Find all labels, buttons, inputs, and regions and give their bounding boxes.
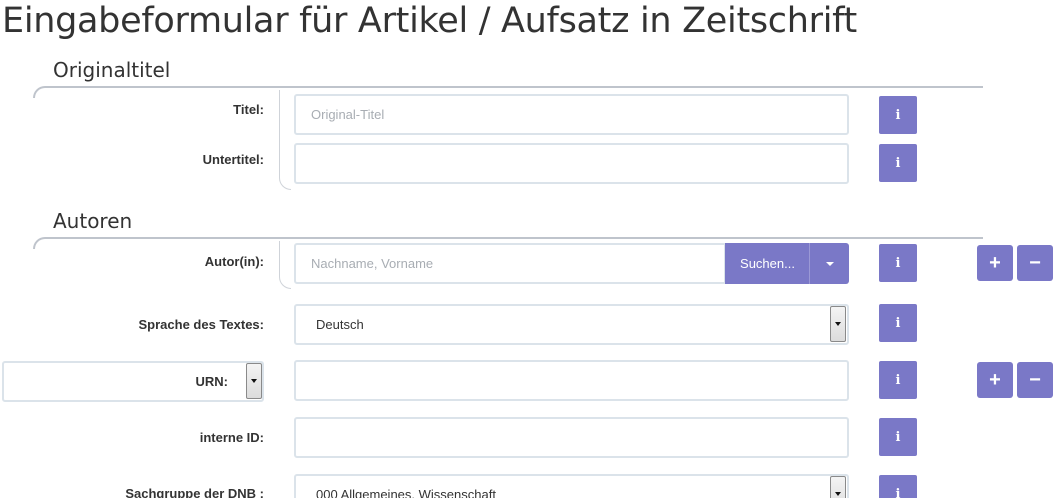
titel-label: Titel: (233, 102, 264, 117)
info-icon: i (895, 372, 901, 388)
chevron-down-icon (825, 261, 834, 266)
plus-icon: + (989, 251, 1001, 274)
form-page: Eingabeformular für Artikel / Aufsatz in… (0, 0, 1064, 498)
minus-icon: − (1029, 368, 1041, 391)
info-button[interactable]: i (879, 361, 917, 399)
internal-id-input[interactable] (294, 417, 849, 458)
info-button[interactable]: i (879, 418, 917, 456)
remove-author-button[interactable]: − (1017, 245, 1053, 281)
untertitel-label: Untertitel: (202, 152, 264, 167)
info-icon: i (895, 107, 901, 123)
add-author-button[interactable]: + (977, 245, 1013, 281)
language-select[interactable]: Deutsch (294, 304, 849, 345)
plus-icon: + (989, 368, 1001, 391)
add-identifier-button[interactable]: + (977, 362, 1013, 398)
language-label: Sprache des Textes: (138, 317, 264, 332)
field-group-bracket (279, 241, 291, 289)
field-group-bracket (279, 90, 291, 190)
subject-group-value: 000 Allgemeines, Wissenschaft (316, 487, 496, 498)
info-button[interactable]: i (879, 304, 917, 342)
author-search-dropdown-button[interactable] (809, 243, 849, 284)
section-heading-autoren: Autoren (53, 209, 133, 233)
minus-icon: − (1029, 251, 1041, 274)
subject-group-label: Sachgruppe der DNB : (125, 486, 264, 498)
urn-label: URN: (195, 374, 229, 389)
section-heading-originaltitel: Originaltitel (53, 58, 171, 82)
info-icon: i (895, 486, 901, 498)
info-button[interactable]: i (879, 144, 917, 182)
author-placeholder: Nachname, Vorname (311, 256, 434, 271)
info-icon: i (895, 255, 901, 271)
internal-id-label: interne ID: (199, 430, 264, 445)
untertitel-input[interactable] (294, 143, 849, 184)
author-input[interactable]: Nachname, Vorname (294, 243, 726, 284)
info-icon: i (895, 315, 901, 331)
info-button[interactable]: i (879, 475, 917, 498)
author-search-button[interactable]: Suchen... (725, 243, 810, 284)
subject-group-select[interactable]: 000 Allgemeines, Wissenschaft (294, 474, 849, 498)
titel-placeholder: Original-Titel (311, 107, 385, 122)
select-arrow-icon[interactable] (830, 476, 846, 498)
select-arrow-icon[interactable] (246, 363, 262, 399)
language-value: Deutsch (316, 317, 364, 332)
author-label: Autor(in): (204, 254, 264, 269)
info-icon: i (895, 155, 901, 171)
identifier-type-select[interactable]: URN: (2, 361, 264, 402)
titel-input[interactable]: Original-Titel (294, 94, 849, 135)
remove-identifier-button[interactable]: − (1017, 362, 1053, 398)
info-button[interactable]: i (879, 96, 917, 134)
select-arrow-icon[interactable] (830, 306, 846, 342)
info-button[interactable]: i (879, 244, 917, 282)
urn-input[interactable] (294, 360, 849, 401)
page-title: Eingabeformular für Artikel / Aufsatz in… (2, 1, 857, 41)
info-icon: i (895, 429, 901, 445)
